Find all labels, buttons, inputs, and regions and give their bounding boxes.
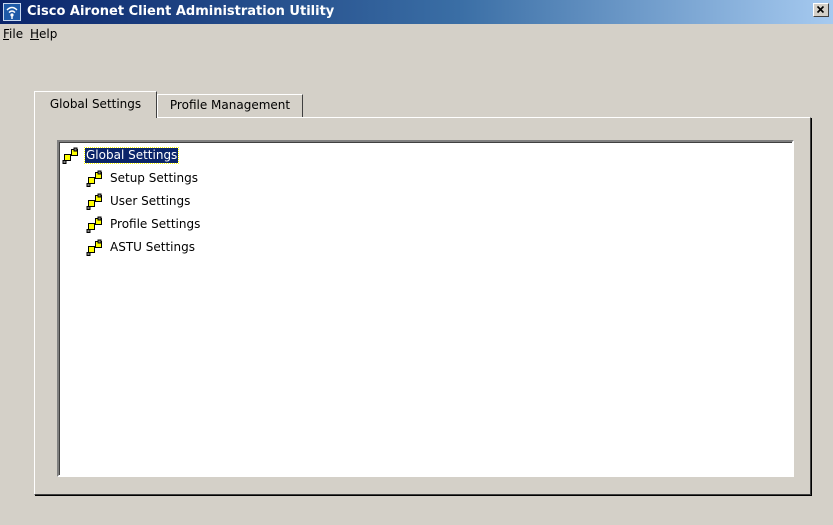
- settings-node-icon: [86, 193, 102, 210]
- tab-global-settings[interactable]: Global Settings: [34, 91, 157, 118]
- tree-label: User Settings: [110, 194, 191, 208]
- tab-label: Global Settings: [49, 97, 142, 111]
- menu-help[interactable]: Help: [30, 27, 57, 41]
- close-button[interactable]: [813, 3, 829, 17]
- title-bar[interactable]: Cisco Aironet Client Administration Util…: [0, 0, 833, 24]
- menu-bar: File Help: [0, 24, 833, 44]
- tree-label: Setup Settings: [110, 171, 198, 185]
- close-icon: [816, 5, 825, 14]
- menu-file[interactable]: File: [3, 27, 23, 41]
- tree-label: ASTU Settings: [110, 240, 195, 254]
- tab-label: Profile Management: [169, 98, 291, 112]
- wifi-app-icon: [3, 3, 21, 21]
- tree-label: Global Settings: [83, 147, 180, 164]
- settings-node-icon: [62, 147, 78, 164]
- settings-tree[interactable]: Global Settings Setup Settings User Sett…: [57, 140, 794, 477]
- tree-label: Profile Settings: [110, 217, 201, 231]
- settings-node-icon: [86, 216, 102, 233]
- settings-node-icon: [86, 239, 102, 256]
- window-title: Cisco Aironet Client Administration Util…: [27, 4, 335, 19]
- tab-profile-management[interactable]: Profile Management: [157, 94, 303, 117]
- settings-node-icon: [86, 170, 102, 187]
